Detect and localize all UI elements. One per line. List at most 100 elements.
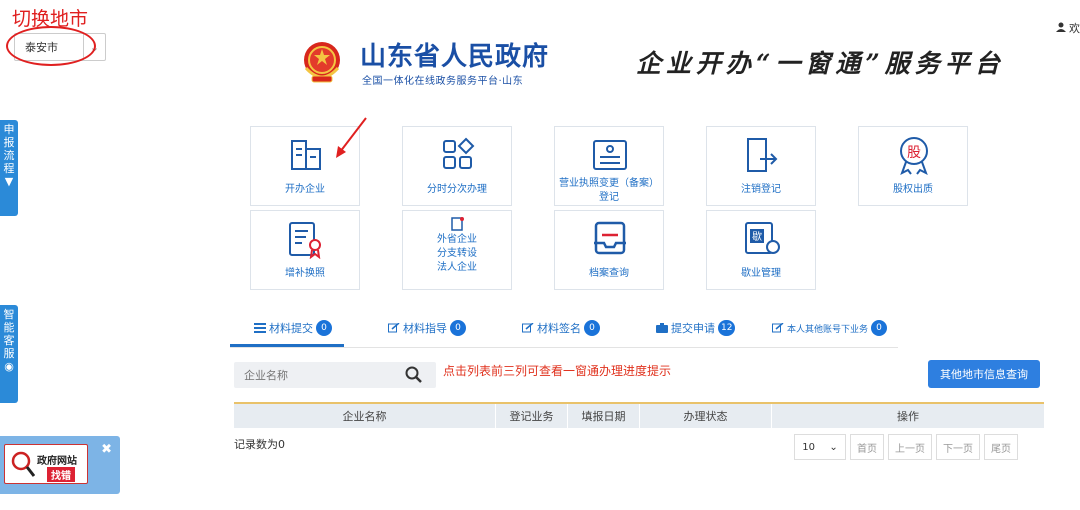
table-header: 企业名称 登记业务 填报日期 办理状态 操作 xyxy=(234,402,1044,428)
smart-service-tab[interactable]: 智 能 客 服 ◉ xyxy=(0,305,18,403)
first-page-button[interactable]: 首页 xyxy=(850,434,884,460)
tab-label: 材料提交 xyxy=(269,322,313,335)
chevron-down-icon: ⌄ xyxy=(829,441,838,453)
col-company-name[interactable]: 企业名称 xyxy=(234,404,496,428)
tile-suspend-business[interactable]: 歇 歇业管理 xyxy=(706,210,816,290)
tab-label: 材料指导 xyxy=(403,322,447,335)
tab-char: 程 xyxy=(3,162,15,175)
national-emblem-icon xyxy=(304,42,340,83)
tile-phased-handling[interactable]: 分时分次办理 xyxy=(402,126,512,206)
stock-seal-icon: 股 xyxy=(900,137,928,175)
tile-license-reissue[interactable]: 增补换照 xyxy=(250,210,360,290)
svg-text:歇: 歇 xyxy=(752,231,762,243)
tile-equity-pledge[interactable]: 股 股权出质 xyxy=(858,126,968,206)
other-city-query-button[interactable]: 其他地市信息查询 xyxy=(928,360,1040,388)
magnifier-icon xyxy=(11,451,35,477)
count-badge: 0 xyxy=(871,320,888,336)
apply-process-tab[interactable]: 申 报 流 程 ▼ xyxy=(0,120,18,216)
list-icon xyxy=(254,323,266,333)
tab-other-accounts[interactable]: 本人其他账号下业务 0 xyxy=(772,320,888,336)
gov-subtitle: 全国一体化在线政务服务平台·山东 xyxy=(362,76,524,87)
tab-label: 提交申请 xyxy=(671,322,715,335)
tab-char: 报 xyxy=(3,136,15,149)
tile-deregistration[interactable]: 注销登记 xyxy=(706,126,816,206)
tab-char: 服 xyxy=(3,347,15,360)
tile-label-line1: 外省企业 xyxy=(437,234,477,245)
tab-char: 客 xyxy=(3,334,15,347)
welcome-text: 欢 xyxy=(1069,22,1080,35)
page: 切换地市 泰安市 ⌄ 山东省人民政府 全国一体化在线政务服务平台·山东 企业开办… xyxy=(0,0,1080,510)
tile-label-line3: 法人企业 xyxy=(437,262,477,273)
tile-label: 分时分次办理 xyxy=(427,184,487,195)
license-icon xyxy=(593,140,627,170)
count-badge: 12 xyxy=(718,320,736,336)
city-highlight-circle xyxy=(6,26,96,66)
user-icon xyxy=(1055,22,1066,32)
red-pointer-arrow-icon xyxy=(336,117,367,158)
close-icon[interactable]: ✖ xyxy=(101,442,112,457)
search-icon[interactable] xyxy=(404,365,424,385)
tab-char: 申 xyxy=(3,123,15,136)
tile-label: 外省企业 分支转设 法人企业 xyxy=(407,233,507,275)
report-error-badge[interactable]: 政府网站 找错 xyxy=(4,444,88,484)
edit-icon xyxy=(388,323,400,333)
tile-label-line2: 分支转设 xyxy=(437,248,477,259)
briefcase-icon xyxy=(656,323,668,333)
next-page-button[interactable]: 下一页 xyxy=(936,434,980,460)
tile-out-of-province[interactable]: 外省企业 分支转设 法人企业 xyxy=(402,210,512,290)
svg-text:股: 股 xyxy=(907,145,921,161)
tab-material-submit[interactable]: 材料提交 0 xyxy=(254,320,332,336)
tile-label: 档案查询 xyxy=(589,268,629,279)
tile-license-change[interactable]: 营业执照变更（备案）登记 xyxy=(554,126,664,206)
tab-material-guide[interactable]: 材料指导 0 xyxy=(388,320,466,336)
platform-title: 企业开办“一窗通”服务平台 xyxy=(636,49,1005,78)
pagination: 10 ⌄ 首页 上一页 下一页 尾页 xyxy=(794,434,1018,460)
col-fill-date[interactable]: 填报日期 xyxy=(568,404,640,428)
last-page-button[interactable]: 尾页 xyxy=(984,434,1018,460)
tab-material-sign[interactable]: 材料签名 0 xyxy=(522,320,600,336)
progress-hint: 点击列表前三列可查看一窗通办理进度提示 xyxy=(443,364,672,378)
page-size-select[interactable]: 10 ⌄ xyxy=(794,434,846,460)
pause-business-icon: 歇 xyxy=(745,222,780,254)
building-icon xyxy=(291,140,321,170)
gov-name: 山东省人民政府 xyxy=(360,42,550,72)
report-line2: 找错 xyxy=(47,467,75,482)
report-error-widget[interactable]: 政府网站 找错 ✖ xyxy=(0,436,120,494)
page-size-value: 10 xyxy=(802,441,815,453)
tab-char: 能 xyxy=(3,321,15,334)
pin-icon: ▼ xyxy=(4,175,14,188)
grid-diamond-icon xyxy=(443,137,475,169)
count-badge: 0 xyxy=(584,320,600,336)
tile-label: 增补换照 xyxy=(285,268,325,279)
business-tabs: 材料提交 0 材料指导 0 材料签名 0 提交申请 12 本人其他账号下业务 0 xyxy=(230,316,898,348)
company-search xyxy=(234,362,436,388)
certificate-icon xyxy=(289,222,321,259)
col-status[interactable]: 办理状态 xyxy=(640,404,772,428)
tile-label: 注销登记 xyxy=(741,184,781,195)
active-tab-indicator xyxy=(230,344,344,347)
count-badge: 0 xyxy=(450,320,466,336)
edit-icon xyxy=(772,323,784,333)
tab-char: 流 xyxy=(3,149,15,162)
tab-label: 材料签名 xyxy=(537,322,581,335)
tile-label: 歇业管理 xyxy=(741,268,781,279)
tile-label: 开办企业 xyxy=(285,184,325,195)
exit-door-icon xyxy=(747,138,778,172)
tile-archive-query[interactable]: 档案查询 xyxy=(554,210,664,290)
tab-char: 智 xyxy=(3,308,15,321)
archive-icon xyxy=(594,221,626,255)
company-search-input[interactable] xyxy=(234,368,404,382)
record-count: 记录数为0 xyxy=(234,438,285,451)
prev-page-button[interactable]: 上一页 xyxy=(888,434,932,460)
col-actions: 操作 xyxy=(897,410,919,423)
transfer-icon xyxy=(451,217,464,231)
report-line1: 政府网站 xyxy=(37,456,77,467)
tab-label: 本人其他账号下业务 xyxy=(787,324,869,335)
welcome-user[interactable]: 欢 xyxy=(1055,20,1080,36)
col-registration[interactable]: 登记业务 xyxy=(496,404,568,428)
tab-submit-application[interactable]: 提交申请 12 xyxy=(656,320,736,336)
headset-icon: ◉ xyxy=(4,360,14,373)
tile-label: 营业执照变更（备案）登记 xyxy=(559,178,659,203)
edit-icon xyxy=(522,323,534,333)
tile-label: 股权出质 xyxy=(893,184,933,195)
